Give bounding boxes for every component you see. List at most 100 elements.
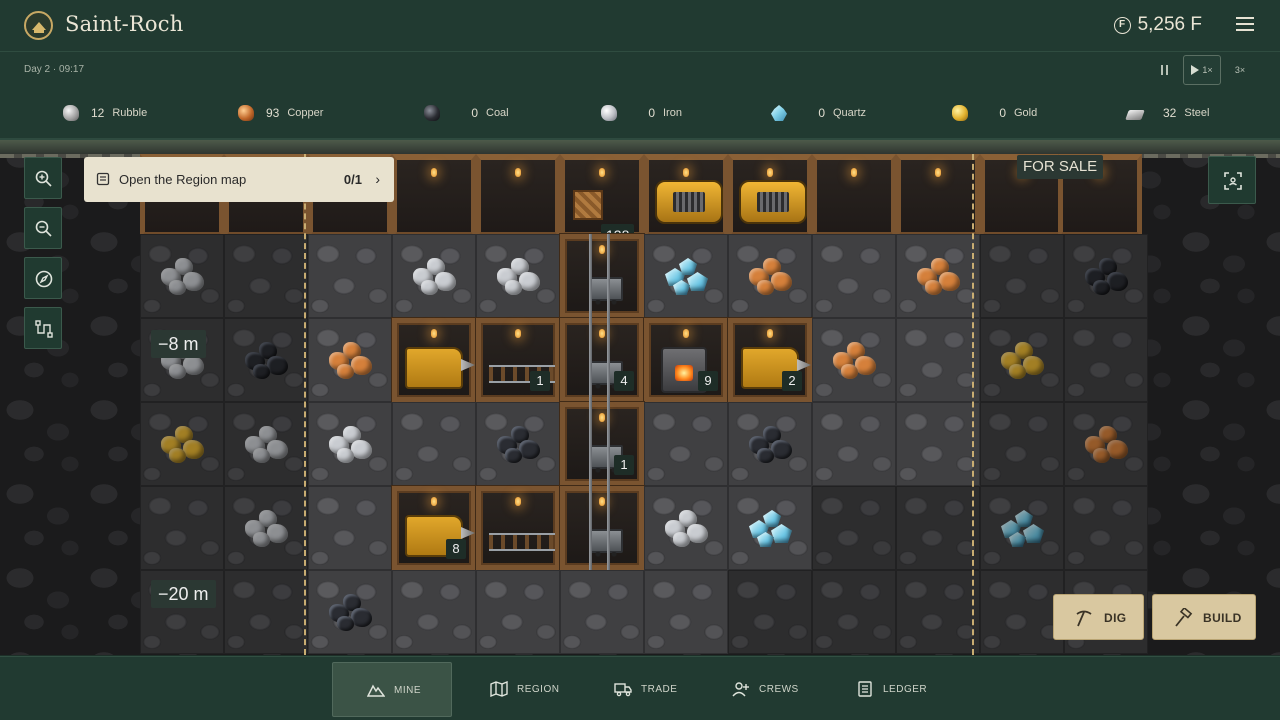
rock-tile[interactable] xyxy=(224,486,308,570)
surface-slot[interactable] xyxy=(812,154,896,238)
nav-region[interactable]: REGION xyxy=(456,662,576,717)
rock-tile[interactable] xyxy=(1064,486,1148,570)
rock-tile[interactable] xyxy=(392,402,476,486)
rock-tile[interactable] xyxy=(980,318,1064,402)
rock-tile[interactable] xyxy=(560,570,644,654)
shaft-room[interactable]: 1 xyxy=(560,402,644,486)
nav-crews[interactable]: CREWS xyxy=(698,662,818,717)
rail-room[interactable]: 1 xyxy=(476,318,560,402)
rock-tile[interactable] xyxy=(980,570,1064,654)
rock-tile[interactable] xyxy=(308,318,392,402)
rock-tile[interactable] xyxy=(476,234,560,318)
rock-tile[interactable] xyxy=(728,402,812,486)
drill-room[interactable]: 2 xyxy=(728,318,812,402)
for-sale-sign[interactable]: FOR SALE xyxy=(1017,155,1104,179)
rock-tile[interactable] xyxy=(1064,402,1148,486)
surface-slot[interactable] xyxy=(896,154,980,238)
elevator-station[interactable]: 138 xyxy=(560,154,644,246)
scroll-icon xyxy=(96,172,110,186)
generator-icon xyxy=(739,180,807,224)
rock-tile[interactable] xyxy=(896,318,980,402)
rock-tile[interactable] xyxy=(896,570,980,654)
coal-icon xyxy=(424,105,440,121)
fast-speed-button[interactable]: 3× xyxy=(1229,55,1251,85)
surface-slot[interactable] xyxy=(476,154,560,238)
route-button[interactable] xyxy=(24,307,62,349)
rock-tile[interactable] xyxy=(308,486,392,570)
build-button[interactable]: BUILD xyxy=(1152,594,1256,640)
zoom-in-icon xyxy=(35,170,52,187)
zoom-in-button[interactable] xyxy=(24,157,62,199)
zoom-out-button[interactable] xyxy=(24,207,62,249)
rock-tile[interactable] xyxy=(308,234,392,318)
rock-tile[interactable] xyxy=(224,234,308,318)
iron-ore-icon xyxy=(661,506,711,550)
rock-tile[interactable] xyxy=(308,402,392,486)
menu-icon[interactable] xyxy=(1236,17,1254,33)
rock-tile[interactable] xyxy=(728,486,812,570)
generator[interactable] xyxy=(728,154,812,238)
bottom-nav: MINE REGION TRADE CREWS LEDGER xyxy=(0,656,1280,720)
resource-rubble: 12 Rubble xyxy=(63,102,147,124)
rock-tile[interactable] xyxy=(896,234,980,318)
nav-ledger[interactable]: LEDGER xyxy=(822,662,942,717)
rock-tile[interactable] xyxy=(812,486,896,570)
rock-tile[interactable] xyxy=(644,486,728,570)
rock-tile[interactable] xyxy=(476,402,560,486)
compass-button[interactable] xyxy=(24,257,62,299)
mine-cart-icon xyxy=(589,277,623,305)
rock-tile[interactable] xyxy=(224,570,308,654)
coal-ore-icon xyxy=(745,422,795,466)
iron-ore-icon xyxy=(157,254,207,298)
rock-tile[interactable] xyxy=(896,402,980,486)
rock-tile[interactable] xyxy=(140,486,224,570)
rock-tile[interactable] xyxy=(980,234,1064,318)
play-speed-button[interactable]: 1× xyxy=(1183,55,1221,85)
shaft-room[interactable] xyxy=(560,234,644,318)
surface-slot[interactable] xyxy=(392,154,476,238)
mine-view[interactable]: 138 1 4 9 2 xyxy=(0,140,1280,655)
rock-tile[interactable] xyxy=(476,570,560,654)
rock-tile[interactable] xyxy=(140,402,224,486)
rock-tile[interactable] xyxy=(224,402,308,486)
rock-tile[interactable] xyxy=(140,234,224,318)
pause-button[interactable] xyxy=(1153,55,1175,85)
room-count: 1 xyxy=(530,371,550,391)
rock-tile[interactable] xyxy=(392,234,476,318)
claim-boundary-right xyxy=(972,154,974,655)
rock-tile[interactable] xyxy=(896,486,980,570)
rock-tile[interactable] xyxy=(980,402,1064,486)
mountain-icon xyxy=(367,684,385,697)
nav-mine[interactable]: MINE xyxy=(332,662,452,717)
drill-room[interactable] xyxy=(392,318,476,402)
rock-tile[interactable] xyxy=(980,486,1064,570)
rock-tile[interactable] xyxy=(644,402,728,486)
rail-room[interactable] xyxy=(476,486,560,570)
room-count: 4 xyxy=(614,371,634,391)
shaft-room[interactable] xyxy=(560,486,644,570)
rock-tile[interactable] xyxy=(812,570,896,654)
furnace-room[interactable]: 9 xyxy=(644,318,728,402)
rock-tile[interactable] xyxy=(392,570,476,654)
recenter-button[interactable] xyxy=(1208,156,1256,204)
rock-tile[interactable] xyxy=(812,234,896,318)
rock-tile[interactable] xyxy=(812,318,896,402)
shaft-room[interactable]: 4 xyxy=(560,318,644,402)
drill-room[interactable]: 8 xyxy=(392,486,476,570)
resource-bar: 12 Rubble 93 Copper 0 Coal 0 Iron 0 Quar… xyxy=(0,88,1280,140)
add-user-icon xyxy=(732,682,749,697)
rock-tile[interactable] xyxy=(224,318,308,402)
rock-tile[interactable] xyxy=(1064,318,1148,402)
generator[interactable] xyxy=(644,154,728,238)
rock-tile[interactable] xyxy=(644,234,728,318)
objective-card[interactable]: Open the Region map 0/1 › xyxy=(84,157,394,202)
rubble-icon xyxy=(63,105,79,121)
rock-tile[interactable] xyxy=(1064,234,1148,318)
rock-tile[interactable] xyxy=(812,402,896,486)
rock-tile[interactable] xyxy=(728,234,812,318)
nav-trade[interactable]: TRADE xyxy=(580,662,700,717)
rock-tile[interactable] xyxy=(644,570,728,654)
dig-button[interactable]: DIG xyxy=(1053,594,1144,640)
rock-tile[interactable] xyxy=(308,570,392,654)
rock-tile[interactable] xyxy=(728,570,812,654)
